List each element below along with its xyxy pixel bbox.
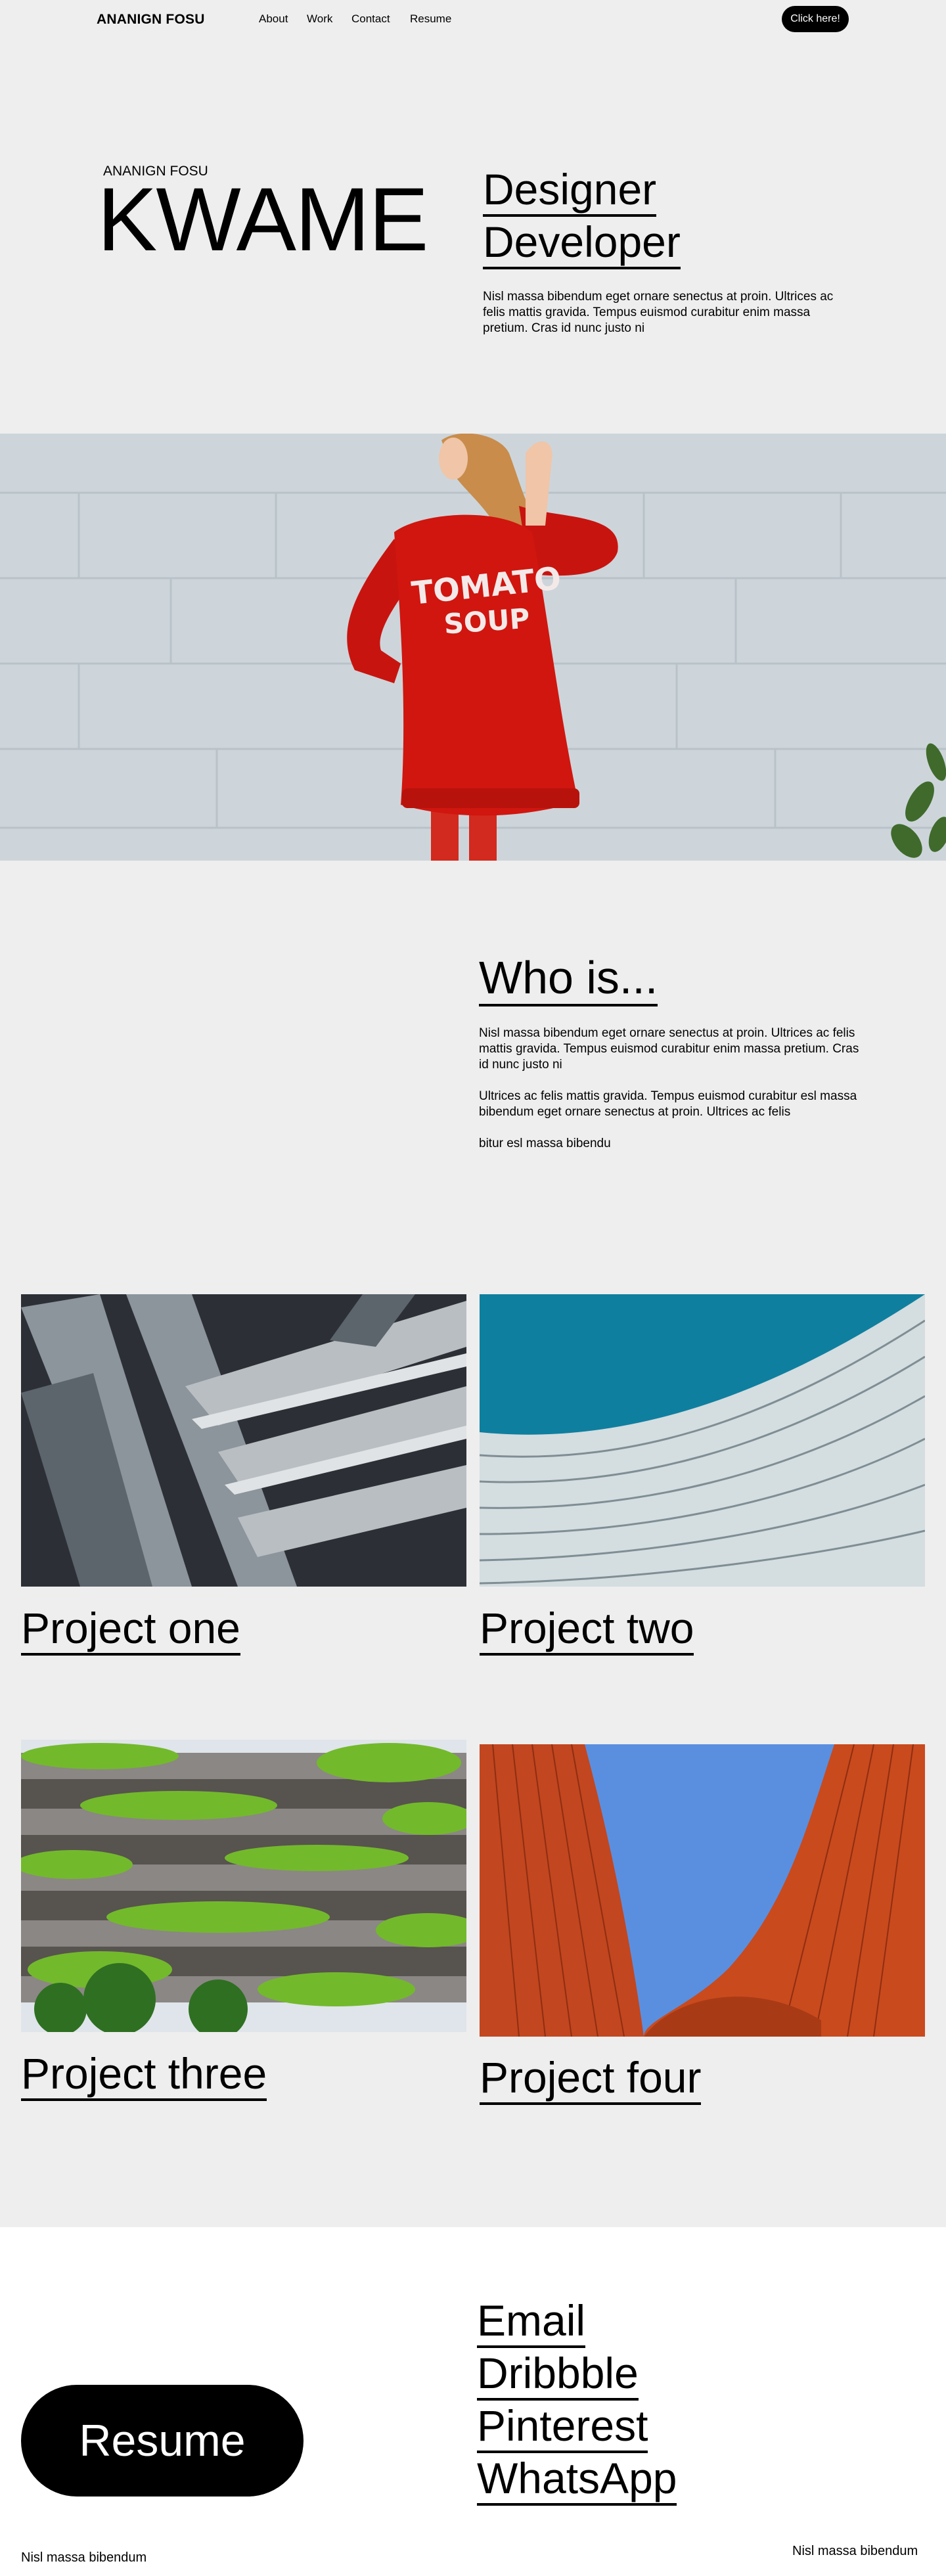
project-one-illustration (21, 1294, 466, 1587)
about-paragraph: Nisl massa bibendum eget ornare senectus… (479, 1026, 859, 1072)
dribbble-link[interactable]: Dribbble (477, 2348, 639, 2401)
nav-contact[interactable]: Contact (351, 12, 390, 26)
nav-work[interactable]: Work (307, 12, 332, 26)
nav-about[interactable]: About (259, 12, 288, 26)
shirt-text-line2: SOUP (443, 602, 531, 641)
about-text: Nisl massa bibendum eget ornare senectus… (479, 1026, 860, 1167)
hero-photo: TOMATO SOUP (0, 434, 946, 861)
footer-left-text: Nisl massa bibendum (21, 2550, 147, 2565)
project-three-image[interactable] (21, 1740, 466, 2032)
hero-title: KWAME (97, 169, 428, 270)
contact-links: Email Dribbble Pinterest WhatsApp (477, 2295, 677, 2506)
project-three-title[interactable]: Project three (21, 2048, 267, 2101)
hero-photo-illustration: TOMATO SOUP (0, 434, 946, 861)
resume-button[interactable]: Resume (21, 2385, 304, 2497)
project-two-illustration (480, 1294, 925, 1587)
project-one-title[interactable]: Project one (21, 1603, 240, 1656)
project-two-image[interactable] (480, 1294, 925, 1587)
project-four-title[interactable]: Project four (480, 2052, 702, 2105)
hero-description: Nisl massa bibendum eget ornare senectus… (483, 290, 834, 335)
about-title: Who is... (479, 951, 658, 1006)
hero-roles: Designer Developer (483, 164, 681, 269)
nav-resume[interactable]: Resume (410, 12, 451, 26)
about-paragraph: Ultrices ac felis mattis gravida. Tempus… (479, 1089, 857, 1119)
project-four-image[interactable] (480, 1744, 925, 2037)
project-three-illustration (21, 1740, 466, 2032)
role-designer: Designer (483, 164, 657, 217)
pinterest-link[interactable]: Pinterest (477, 2401, 648, 2453)
role-developer: Developer (483, 217, 681, 269)
click-here-button[interactable]: Click here! (782, 6, 849, 32)
email-link[interactable]: Email (477, 2295, 586, 2348)
footer-right-text: Nisl massa bibendum (792, 2544, 918, 2558)
brand-logo[interactable]: ANANIGN FOSU (97, 12, 205, 28)
about-paragraph: bitur esl massa bibendu (479, 1137, 611, 1150)
whatsapp-link[interactable]: WhatsApp (477, 2453, 677, 2506)
project-one-image[interactable] (21, 1294, 466, 1587)
project-two-title[interactable]: Project two (480, 1603, 694, 1656)
project-four-illustration (480, 1744, 925, 2037)
